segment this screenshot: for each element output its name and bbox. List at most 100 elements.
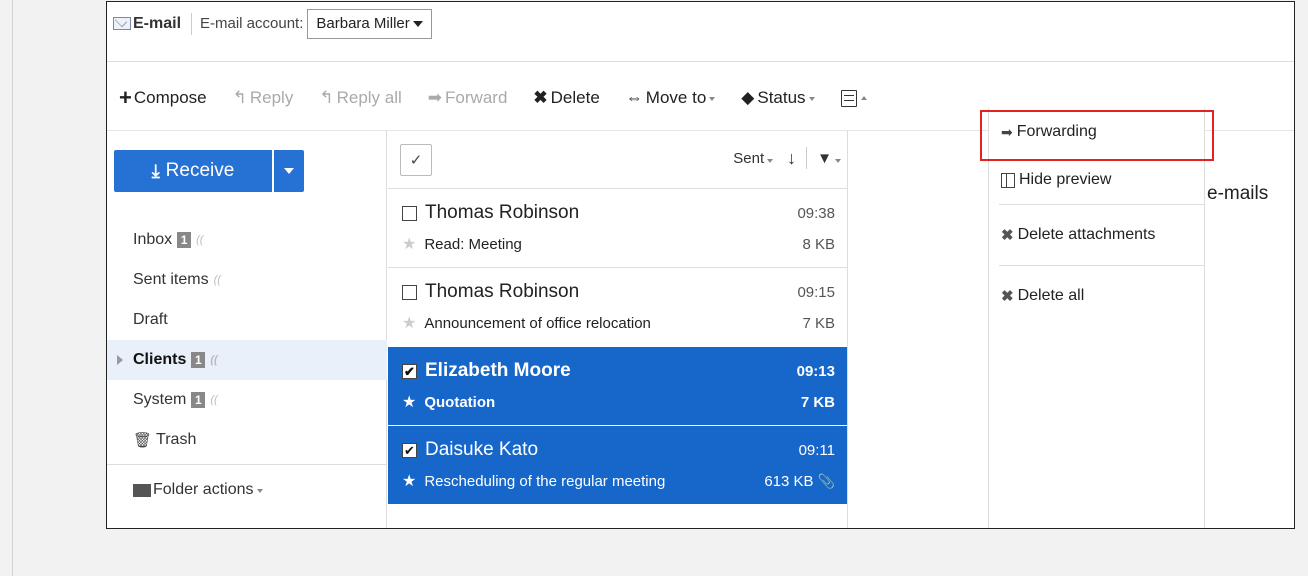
plus-icon: + — [119, 85, 132, 110]
menu-item-label: Delete attachments — [1017, 226, 1156, 243]
expand-triangle-icon[interactable] — [117, 355, 123, 365]
mail-list-header: ✓ Sent ↓ ▼ — [388, 131, 847, 188]
highlight-box — [980, 110, 1214, 161]
preview-pane-icon — [1001, 172, 1015, 188]
mail-size: 7 KB — [802, 314, 835, 332]
paperclip-icon: 📎 — [817, 472, 835, 489]
mail-time: 09:11 — [798, 441, 835, 459]
account-select[interactable]: Barbara Miller — [307, 8, 432, 39]
folder-label: Trash — [156, 431, 197, 448]
more-options-menu: ➡ Forwarding Hide preview ✖ Delete attac… — [988, 108, 1205, 528]
list-icon — [840, 89, 857, 107]
compose-label: Compose — [133, 88, 207, 107]
trash-icon: 🗑 — [133, 432, 153, 449]
forward-arrow-icon: ➡ — [427, 88, 443, 107]
mail-checkbox[interactable] — [402, 205, 417, 221]
folder-label: Draft — [133, 311, 168, 328]
mail-size: 613 KB — [764, 472, 814, 490]
menu-item-label: Hide preview — [1019, 171, 1112, 188]
more-options-button[interactable] — [840, 89, 867, 107]
mail-list-item[interactable]: Thomas Robinson 09:15 ★ Announcement of o… — [388, 267, 847, 346]
mail-sender: Thomas Robinson — [425, 281, 580, 302]
star-icon[interactable]: ★ — [402, 392, 416, 412]
sort-direction-icon[interactable]: ↓ — [787, 148, 796, 169]
forward-button[interactable]: ➡ Forward — [428, 88, 508, 108]
folder-label: Sent items — [133, 271, 209, 288]
status-label: Status — [757, 88, 806, 107]
select-all-checkbox[interactable]: ✓ — [400, 143, 432, 176]
receive-button[interactable]: ⤓ Receive — [114, 150, 272, 192]
reply-all-icon: ↰ — [319, 88, 334, 107]
reply-button[interactable]: ↰ Reply — [233, 88, 294, 108]
chevron-down-icon — [767, 158, 774, 163]
menu-item-hide-preview[interactable]: Hide preview — [989, 156, 1204, 204]
filter-icon: ▼ — [817, 149, 832, 167]
mail-list-pane: ✓ Sent ↓ ▼ Thomas Robinson 09:38 ★ Read: … — [388, 131, 848, 528]
envelope-icon — [113, 17, 131, 30]
reply-icon: ↰ — [232, 88, 247, 107]
star-icon[interactable]: ★ — [402, 234, 416, 254]
mail-list-item[interactable]: Thomas Robinson 09:38 ★ Read: Meeting 8 K… — [388, 188, 847, 267]
chevron-down-icon — [284, 168, 294, 174]
star-icon[interactable]: ★ — [402, 471, 416, 491]
account-label: E-mail account: — [200, 15, 304, 32]
mail-subject: Announcement of office relocation — [424, 314, 651, 332]
mail-subject: Rescheduling of the regular meeting — [424, 472, 666, 490]
chevron-down-icon — [835, 158, 841, 163]
mail-size: 8 KB — [802, 235, 835, 253]
x-icon: ✖ — [533, 88, 548, 107]
delete-button[interactable]: ✖ Delete — [533, 88, 599, 108]
app-title: E-mail — [133, 14, 182, 32]
page-background: E-mail E-mail account: Barbara Miller + … — [12, 0, 1308, 576]
unread-badge: 1 — [191, 352, 206, 368]
mail-list-item-selected[interactable]: ✔ Elizabeth Moore 09:13 ★ Quotation 7 KB — [388, 346, 847, 425]
mail-checkbox-checked[interactable]: ✔ — [402, 442, 417, 458]
signal-icon: (( — [196, 234, 204, 246]
folder-list: Inbox 1 (( Sent items (( Draft Clients 1… — [107, 220, 387, 515]
folder-label: Clients — [133, 351, 187, 368]
signal-icon: (( — [210, 394, 218, 406]
status-button[interactable]: ◆ Status — [741, 88, 815, 108]
receive-label: Receive — [165, 160, 235, 181]
sort-divider — [806, 147, 808, 169]
folder-clients[interactable]: Clients 1 (( — [107, 340, 387, 380]
signal-icon: (( — [210, 354, 218, 366]
compose-button[interactable]: + Compose — [119, 87, 207, 109]
app-header: E-mail E-mail account: Barbara Miller — [107, 2, 1294, 45]
forward-label: Forward — [445, 88, 508, 107]
menu-item-label: Delete all — [1017, 287, 1085, 304]
tag-icon: ◆ — [741, 88, 755, 107]
folder-system[interactable]: System 1 (( — [107, 380, 387, 420]
folder-draft[interactable]: Draft — [107, 300, 387, 340]
mail-sender: Daisuke Kato — [425, 439, 539, 460]
header-divider-line — [107, 61, 1294, 62]
menu-item-delete-attachments[interactable]: ✖ Delete attachments — [989, 205, 1204, 265]
mail-list-item-selected[interactable]: ✔ Daisuke Kato 09:11 ★ Rescheduling of the… — [388, 425, 847, 504]
email-app-window: E-mail E-mail account: Barbara Miller + … — [106, 1, 1295, 529]
preview-message: e-mails — [1207, 183, 1269, 204]
reply-all-button[interactable]: ↰ Reply all — [319, 88, 401, 108]
filter-button[interactable]: ▼ — [817, 150, 841, 167]
receive-dropdown-button[interactable] — [274, 150, 304, 192]
menu-item-delete-all[interactable]: ✖ Delete all — [989, 266, 1204, 326]
unread-badge: 1 — [177, 232, 192, 248]
folder-trash[interactable]: 🗑 Trash — [107, 420, 387, 460]
account-select-value: Barbara Miller — [316, 15, 410, 32]
folder-label: Inbox — [133, 231, 173, 248]
mail-sender: Thomas Robinson — [425, 202, 580, 223]
mail-checkbox-checked[interactable]: ✔ — [402, 363, 417, 379]
mail-subject: Quotation — [424, 393, 496, 411]
mail-time: 09:13 — [796, 362, 835, 380]
receive-split-button: ⤓ Receive — [114, 150, 304, 192]
sort-field-select[interactable]: Sent — [733, 150, 774, 167]
folder-sent-items[interactable]: Sent items (( — [107, 260, 387, 300]
chevron-down-icon — [709, 97, 716, 101]
move-to-button[interactable]: ⇔ Move to — [626, 88, 716, 108]
mail-checkbox[interactable] — [402, 284, 417, 300]
folder-actions-label: Folder actions — [153, 481, 254, 498]
chevron-down-icon — [412, 20, 423, 27]
signal-icon: (( — [213, 274, 221, 286]
star-icon[interactable]: ★ — [402, 313, 416, 333]
folder-actions-button[interactable]: Folder actions — [107, 465, 387, 515]
folder-inbox[interactable]: Inbox 1 (( — [107, 220, 387, 260]
